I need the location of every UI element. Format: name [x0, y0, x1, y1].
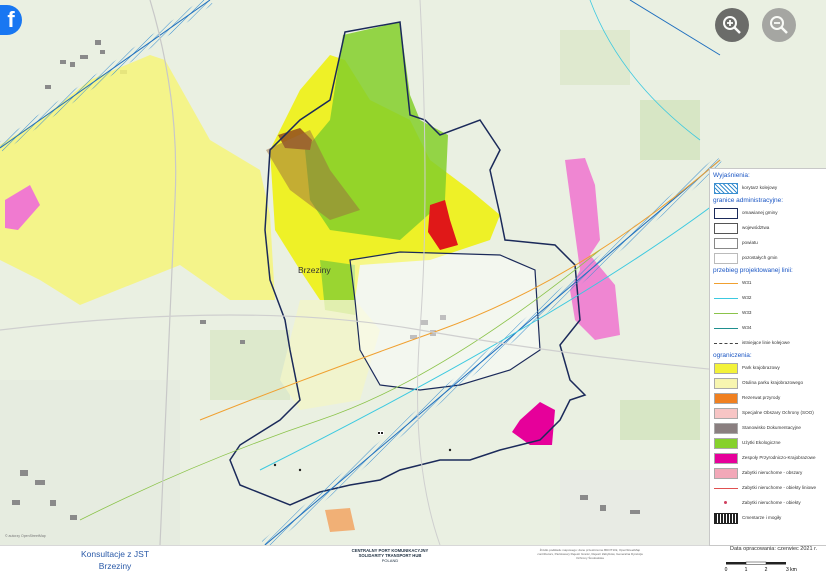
- cemetery: [378, 431, 384, 435]
- monument-point: [298, 468, 302, 472]
- legend-line-swatch: [714, 343, 738, 344]
- legend-subheading: ograniczenia:: [713, 352, 752, 359]
- legend-line-swatch: [714, 328, 738, 329]
- legend-item: Zabytki nieruchome - obiekty: [714, 497, 826, 509]
- legend-line-swatch: [714, 488, 738, 489]
- fine-print: Źródło podkładu mapowego: dane przestrze…: [537, 548, 643, 560]
- legend-item-label: Park krajobrazowy: [742, 365, 780, 370]
- legend-item-label: W33: [742, 310, 752, 315]
- footer-title: Konsultacje z JST Brzeziny: [60, 548, 170, 572]
- footer-title-line2: Brzeziny: [98, 561, 132, 571]
- legend-item-label: W34: [742, 325, 752, 330]
- legend-fill-swatch: [714, 408, 738, 419]
- legend-item: W32: [714, 292, 826, 304]
- legend-item-label: Otulina parku krajobrazowego: [742, 380, 804, 385]
- legend-dot-swatch: [714, 498, 738, 509]
- legend-item: pozostałych gmin: [714, 252, 826, 264]
- scale-label: 0: [725, 567, 728, 573]
- legend-fill-swatch: [714, 393, 738, 404]
- urban-area-southeast: [560, 470, 710, 545]
- map-legend: Wyjaśnienia: korytarz kolejowy granice ad…: [709, 168, 826, 546]
- town-label: Brzeziny: [298, 265, 331, 275]
- legend-line-swatch: [714, 283, 738, 284]
- legend-item-label: Specjalne Obszary Ochrony (SOO): [742, 410, 814, 415]
- scale-label: 2: [765, 567, 768, 573]
- legend-item-label: istniejące linie kolejowe: [742, 340, 790, 345]
- map-attribution: © autorzy OpenStreetMap: [5, 534, 46, 538]
- legend-item: województwa: [714, 222, 826, 234]
- legend-fill-swatch: [714, 423, 738, 434]
- scale-label: 1: [745, 567, 748, 573]
- legend-item: W34: [714, 322, 826, 334]
- monument-point: [273, 463, 277, 467]
- town-boundary: [349, 251, 541, 391]
- legend-box-swatch: [714, 253, 738, 264]
- legend-fill-swatch: [714, 453, 738, 464]
- legend-line-swatch: [714, 313, 738, 314]
- legend-item: Specjalne Obszary Ochrony (SOO): [714, 407, 826, 419]
- cpk-line3: POLAND: [381, 558, 399, 563]
- legend-item-label: W31: [742, 280, 752, 285]
- legend-grid-swatch: [714, 513, 738, 524]
- legend-item-label: omawianej gminy: [742, 210, 778, 215]
- map-view[interactable]: [0, 0, 826, 545]
- date-label: Data opracowania: czerwiec 2021 r.: [730, 546, 818, 552]
- field-patch: [640, 100, 700, 160]
- legend-line-swatch: [714, 298, 738, 299]
- field-patch: [620, 400, 700, 440]
- legend-item-label: Użytki Ekologiczne: [742, 440, 781, 445]
- legend-item: Otulina parku krajobrazowego: [714, 377, 826, 389]
- zoom-out-icon: [770, 16, 788, 34]
- legend-subheading: przebieg projektowanej linii:: [713, 267, 793, 274]
- legend-heading: Wyjaśnienia:: [713, 172, 750, 179]
- legend-fill-swatch: [714, 438, 738, 449]
- legend-fill-swatch: [714, 468, 738, 479]
- legend-item-label: Zabytki nieruchome - obiekty liniowe: [742, 485, 817, 490]
- legend-item: W33: [714, 307, 826, 319]
- legend-item-label: Cmentarze i mogiły: [742, 515, 782, 520]
- legend-item-label: Zabytki nieruchome - obiekty: [742, 500, 801, 505]
- legend-item: Zabytki nieruchome - obiekty liniowe: [714, 482, 826, 494]
- urban-area-west: [0, 380, 180, 545]
- scale-bar: 0 1 2 3 km: [725, 561, 797, 573]
- legend-fill-swatch: [714, 378, 738, 389]
- legend-item-label: Zespoły Przyrodniczo-Krajobrazowe: [742, 455, 816, 460]
- legend-item: Cmentarze i mogiły: [714, 512, 826, 524]
- legend-item: istniejące linie kolejowe: [714, 337, 826, 349]
- legend-item: Rezerwat przyrody: [714, 392, 826, 404]
- legend-fill-swatch: [714, 363, 738, 374]
- zoom-out-button[interactable]: [762, 8, 796, 42]
- legend-item: Stanowisko Dokumentacyjne: [714, 422, 826, 434]
- legend-item-label: pozostałych gmin: [742, 255, 778, 260]
- legend-item: powiatu: [714, 237, 826, 249]
- legend-item-label: powiatu: [742, 240, 758, 245]
- legend-item-label: Zabytki nieruchome - obszary: [742, 470, 803, 475]
- zoom-in-icon: [723, 16, 741, 34]
- legend-item: omawianej gminy: [714, 207, 826, 219]
- legend-item: Park krajobrazowy: [714, 362, 826, 374]
- legend-item-label: Rezerwat przyrody: [742, 395, 781, 400]
- legend-subheading: granice administracyjne:: [713, 197, 784, 204]
- monument-point: [448, 448, 452, 452]
- reserve-patch: [325, 508, 355, 532]
- legend-item: Zespoły Przyrodniczo-Krajobrazowe: [714, 452, 826, 464]
- legend-box-swatch: [714, 208, 738, 219]
- legend-item-label: W32: [742, 295, 752, 300]
- legend-box-swatch: [714, 238, 738, 249]
- legend-item-label: korytarz kolejowy: [742, 185, 778, 190]
- map-canvas[interactable]: Brzeziny © autorzy OpenStreetMap: [0, 0, 826, 546]
- legend-item: Użytki Ekologiczne: [714, 437, 826, 449]
- scale-label: 3 km: [786, 567, 797, 573]
- legend-item: korytarz kolejowy: [714, 182, 826, 194]
- legend-item: Zabytki nieruchome - obszary: [714, 467, 826, 479]
- legend-item-label: Stanowisko Dokumentacyjne: [742, 425, 801, 430]
- legend-box-swatch: [714, 223, 738, 234]
- legend-hatch-swatch: [714, 183, 738, 194]
- cpk-logo-text: CENTRALNY PORT KOMUNIKACYJNY SOLIDARITY …: [330, 548, 450, 563]
- zoom-in-button[interactable]: [715, 8, 749, 42]
- footer-title-line1: Konsultacje z JST: [80, 549, 150, 559]
- legend-item: W31: [714, 277, 826, 289]
- legend-item-label: województwa: [742, 225, 770, 230]
